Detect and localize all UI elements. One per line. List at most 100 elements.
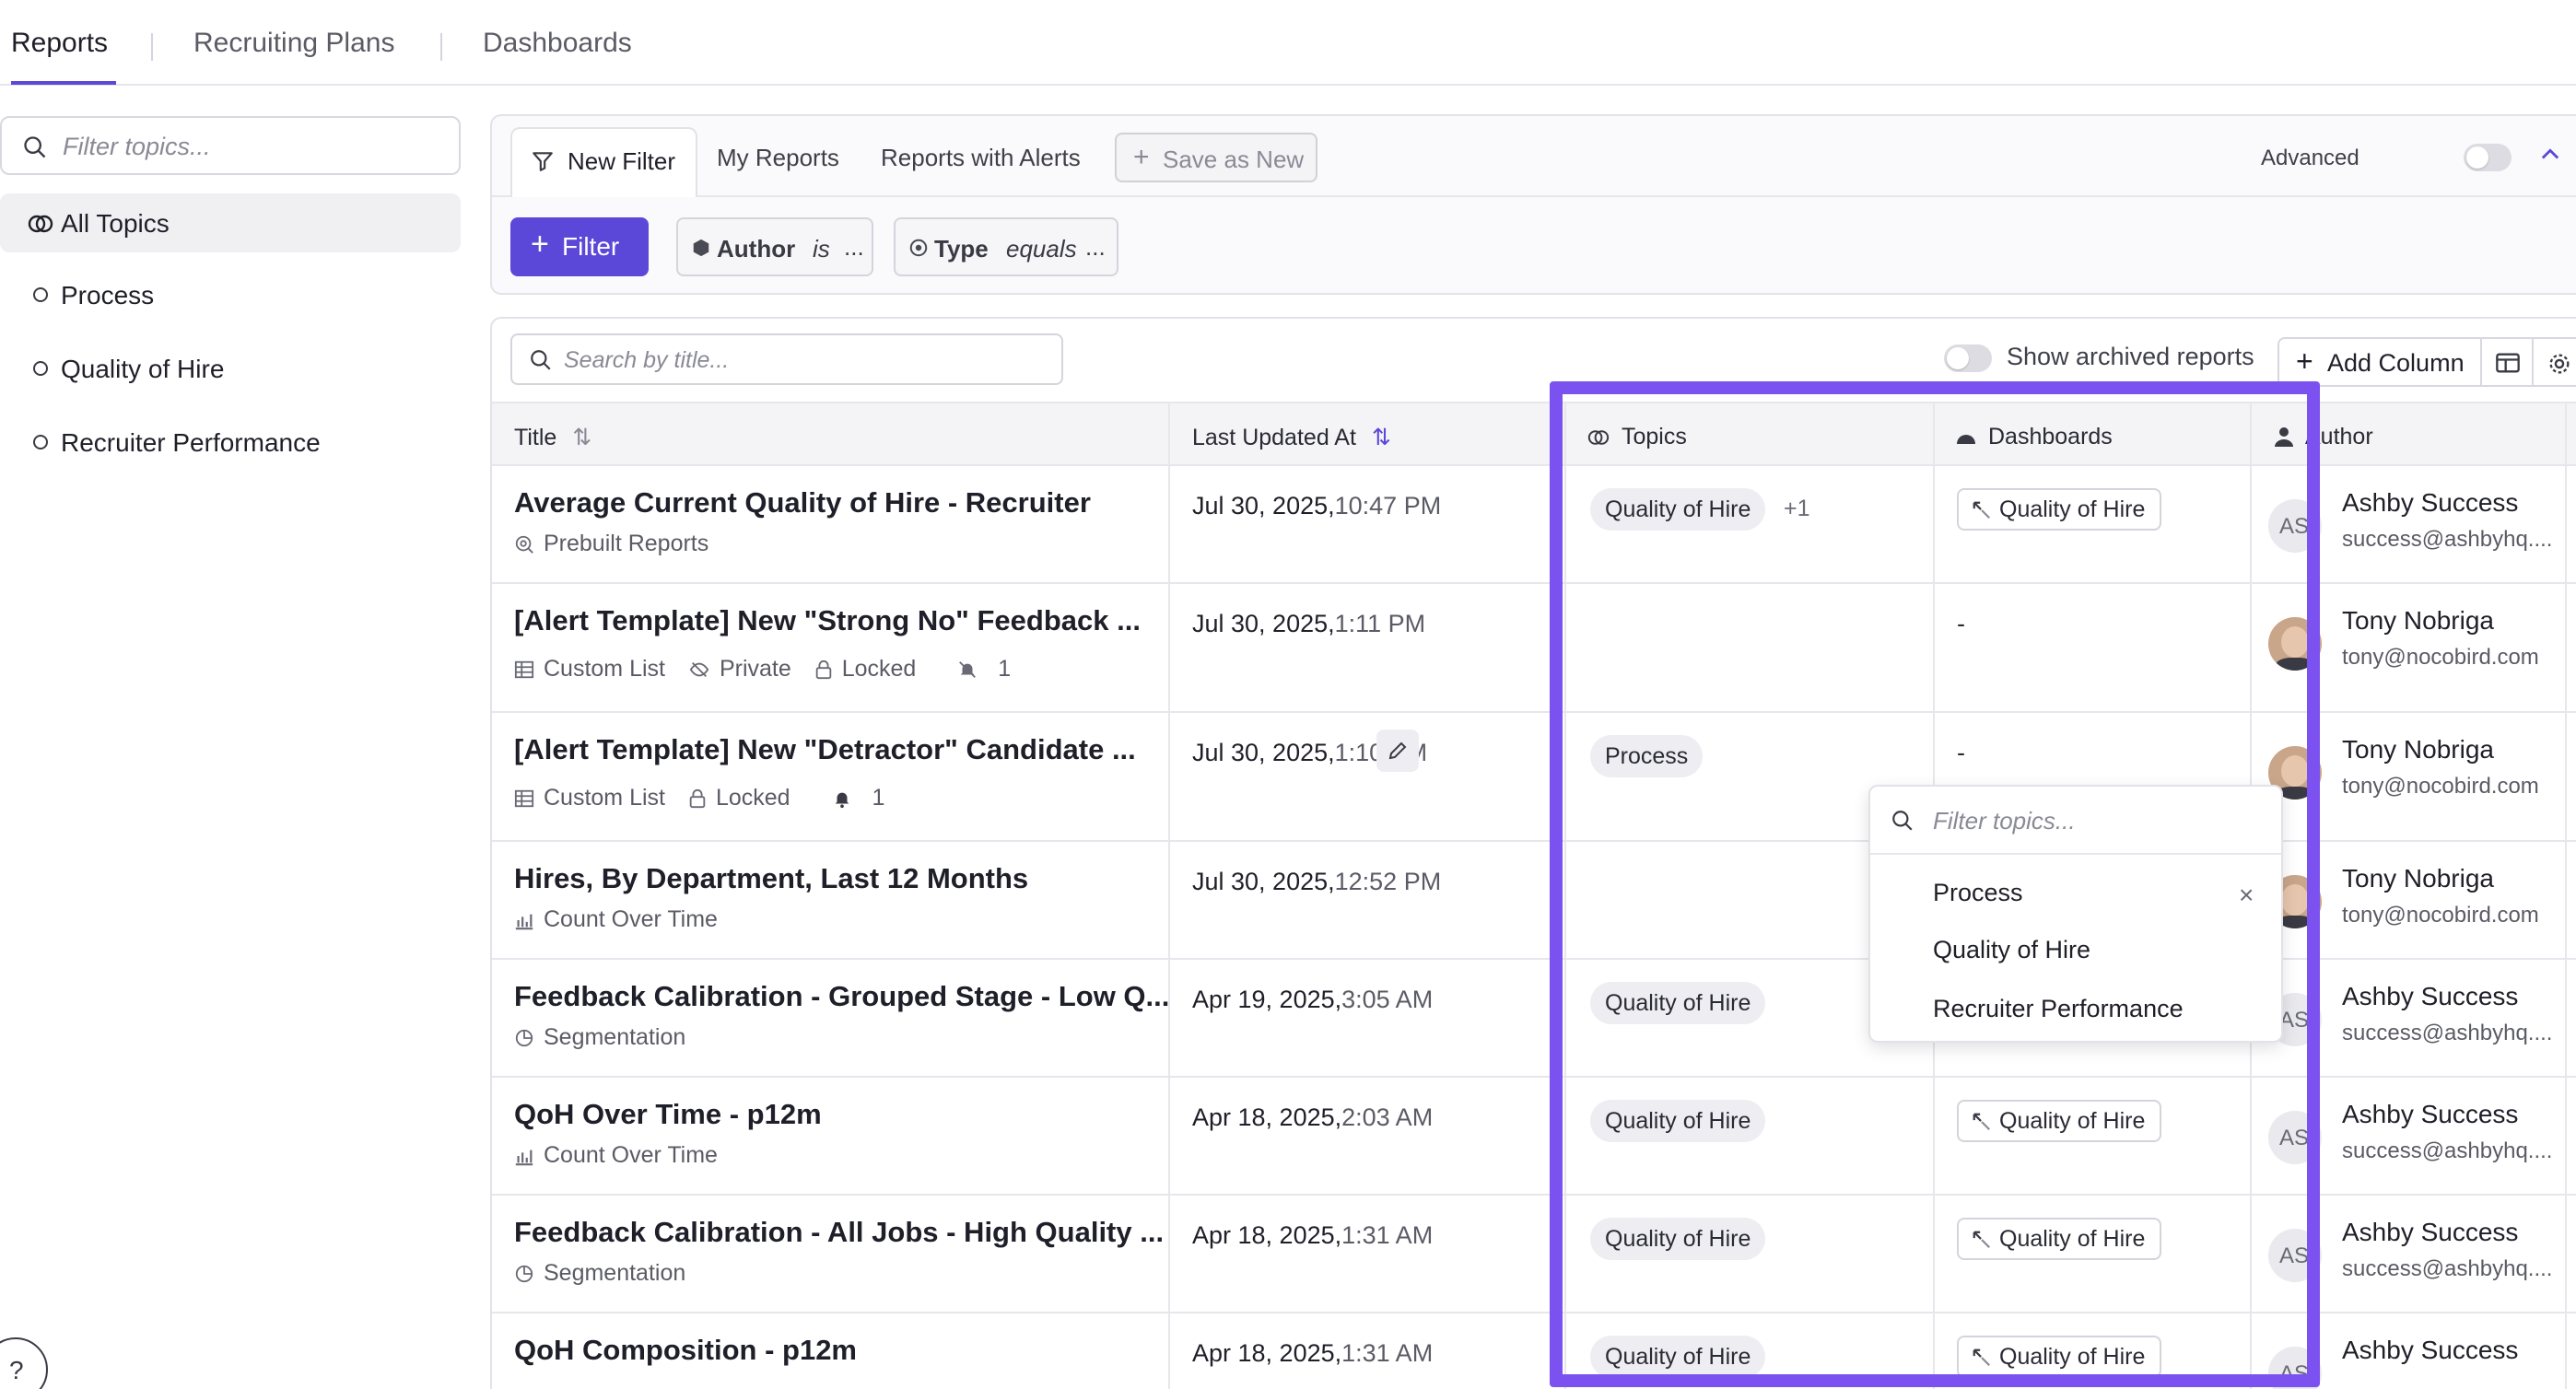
author-email: success@ashbyhq.... <box>2342 1138 2553 1163</box>
report-title[interactable]: QoH Composition - p12m <box>514 1334 857 1367</box>
tab-my-reports[interactable]: My Reports <box>717 144 839 172</box>
dashboard-name: Quality of Hire <box>1999 1108 2146 1134</box>
topic-pill[interactable]: Quality of Hire <box>1590 488 1766 531</box>
sidebar-item-label: Recruiter Performance <box>61 428 321 457</box>
updated-date: Apr 18, 2025, <box>1192 1339 1342 1367</box>
sort-icon: ⇅ <box>572 425 592 450</box>
search-icon <box>531 350 551 370</box>
title-search-placeholder: Search by title... <box>564 347 730 373</box>
tab-new-filter[interactable]: New Filter <box>510 127 698 197</box>
show-archived-toggle[interactable] <box>1944 344 1992 372</box>
column-title[interactable]: Title ⇅ <box>514 424 591 451</box>
circle-icon <box>33 361 48 376</box>
help-button[interactable]: ? <box>0 1337 48 1389</box>
filter-value: ... <box>844 233 864 261</box>
plus-icon: + <box>531 227 549 262</box>
advanced-toggle[interactable] <box>2464 144 2512 171</box>
help-icon: ? <box>9 1356 24 1384</box>
topic-pill[interactable]: Quality of Hire <box>1590 1218 1766 1260</box>
topic-pill[interactable]: Process <box>1590 735 1704 777</box>
save-as-new-button[interactable]: + Save as New <box>1115 133 1317 182</box>
active-tab-underline <box>11 81 116 85</box>
column-label: Dashboards <box>1988 424 2113 449</box>
author-filter-chip[interactable]: Author is ... <box>676 217 873 276</box>
updated-date: Apr 19, 2025, <box>1192 986 1342 1013</box>
updated-time: 1:31 AM <box>1341 1221 1434 1249</box>
table-row[interactable]: [Alert Template] New "Strong No" Feedbac… <box>492 584 2576 713</box>
edit-topics-button[interactable] <box>1376 730 1419 772</box>
meta-locked: Locked <box>715 785 790 811</box>
table-row[interactable]: Average Current Quality of Hire - Recrui… <box>492 466 2576 584</box>
topic-pill[interactable]: Quality of Hire <box>1590 982 1766 1024</box>
topic-filter-input[interactable]: Filter topics... <box>0 116 461 175</box>
report-title[interactable]: Hires, By Department, Last 12 Months <box>514 862 1028 895</box>
filter-value: ... <box>1085 233 1106 261</box>
dropdown-option-recruiter-performance[interactable]: Recruiter Performance <box>1933 995 2184 1023</box>
dropdown-search-input[interactable]: Filter topics... <box>1870 787 2281 855</box>
avatar-photo <box>2268 617 2322 671</box>
topics-icon <box>28 215 53 233</box>
show-archived-label: Show archived reports <box>2007 343 2254 370</box>
dashboard-chip[interactable]: Quality of Hire <box>1957 1336 2162 1378</box>
column-last-updated[interactable]: Last Updated At ⇅ <box>1192 424 1391 451</box>
tab-dashboards[interactable]: Dashboards <box>483 28 632 59</box>
report-title[interactable]: Feedback Calibration - All Jobs - High Q… <box>514 1216 1164 1249</box>
dashboard-chip[interactable]: Quality of Hire <box>1957 1100 2162 1142</box>
column-dashboards[interactable]: Dashboards <box>1955 424 2113 450</box>
filter-button-label: Filter <box>562 232 620 261</box>
topic-pill[interactable]: Quality of Hire <box>1590 1336 1766 1378</box>
columns-layout-button[interactable] <box>2482 337 2534 387</box>
chevron-up-icon[interactable] <box>2537 142 2563 168</box>
dashboard-chip[interactable]: Quality of Hire <box>1957 488 2162 531</box>
topic-dropdown: Filter topics... Process × Quality of Hi… <box>1868 785 2283 1043</box>
dashboard-chip[interactable]: Quality of Hire <box>1957 1218 2162 1260</box>
tab-reports-with-alerts[interactable]: Reports with Alerts <box>881 144 1081 172</box>
table-row[interactable]: QoH Composition - p12m Apr 18, 2025,1:31… <box>492 1313 2576 1389</box>
dropdown-option-process[interactable]: Process <box>1933 879 2023 907</box>
settings-button[interactable] <box>2534 337 2576 387</box>
updated-at: Apr 18, 2025,1:31 AM <box>1192 1339 1433 1368</box>
sidebar-item-recruiter-performance[interactable]: Recruiter Performance <box>0 413 461 472</box>
topic-more-count[interactable]: +1 <box>1784 496 1810 522</box>
report-title[interactable]: Average Current Quality of Hire - Recrui… <box>514 486 1091 519</box>
meta-type: Custom List <box>544 785 665 811</box>
bell-icon <box>835 792 849 809</box>
sidebar-item-process[interactable]: Process <box>0 265 461 324</box>
updated-date: Apr 18, 2025, <box>1192 1103 1342 1131</box>
sidebar-item-quality-of-hire[interactable]: Quality of Hire <box>0 339 461 398</box>
gauge-icon <box>1957 435 1975 444</box>
prebuilt-icon <box>515 535 533 554</box>
report-title[interactable]: Feedback Calibration - Grouped Stage - L… <box>514 980 1169 1013</box>
column-topics[interactable]: Topics <box>1587 424 1687 450</box>
table-row[interactable]: QoH Over Time - p12m Count Over Time Apr… <box>492 1078 2576 1196</box>
report-title[interactable]: [Alert Template] New "Strong No" Feedbac… <box>514 604 1141 637</box>
updated-date: Jul 30, 2025, <box>1192 868 1335 895</box>
type-filter-chip[interactable]: Type equals ... <box>894 217 1118 276</box>
filter-panel: New Filter My Reports Reports with Alert… <box>490 114 2576 295</box>
report-title[interactable]: [Alert Template] New "Detractor" Candida… <box>514 733 1136 766</box>
add-filter-button[interactable]: + Filter <box>510 217 649 276</box>
meta-type: Custom List <box>544 656 665 682</box>
column-author[interactable]: Author <box>2274 424 2373 450</box>
tab-recruiting-plans[interactable]: Recruiting Plans <box>193 28 394 59</box>
avatar-initials: AS <box>2279 1008 2310 1033</box>
sidebar-item-label: Quality of Hire <box>61 355 225 383</box>
add-column-button[interactable]: + Add Column <box>2277 337 2482 387</box>
report-title[interactable]: QoH Over Time - p12m <box>514 1098 822 1131</box>
person-icon <box>2275 427 2293 447</box>
pie-icon <box>515 1265 533 1283</box>
column-label: Author <box>2305 424 2373 449</box>
pencil-icon <box>1388 741 1407 760</box>
dropdown-option-quality-of-hire[interactable]: Quality of Hire <box>1933 936 2090 964</box>
topic-pill[interactable]: Quality of Hire <box>1590 1100 1766 1142</box>
meta-locked: Locked <box>841 656 917 682</box>
title-search-input[interactable]: Search by title... <box>510 333 1063 385</box>
sidebar-item-all-topics[interactable]: All Topics <box>0 193 461 252</box>
dashboard-empty: - <box>1957 610 1965 637</box>
close-icon[interactable]: × <box>2239 881 2254 910</box>
table-row[interactable]: Feedback Calibration - All Jobs - High Q… <box>492 1196 2576 1313</box>
tab-reports[interactable]: Reports <box>11 28 108 59</box>
author-email: success@ashbyhq.... <box>2342 1256 2553 1281</box>
report-meta: Count Over Time <box>514 1142 734 1169</box>
column-label: Title <box>514 425 557 450</box>
